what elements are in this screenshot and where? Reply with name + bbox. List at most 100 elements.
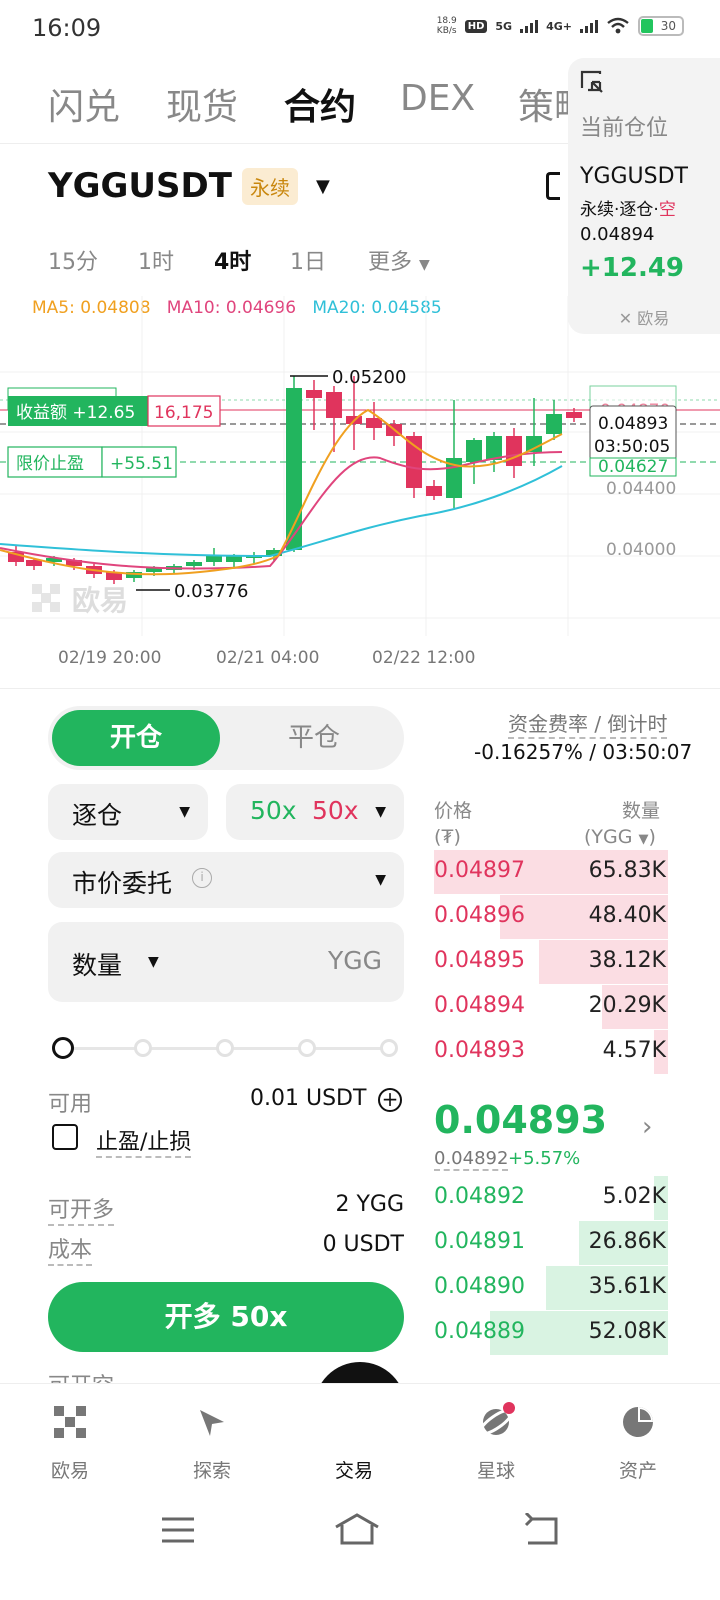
chart-mode-icon[interactable] [546,172,560,200]
countdown-label: 03:50:05 [594,437,670,457]
position-type: 永续·逐仓·空 [580,200,676,220]
open-long-button[interactable]: 开多 50x [48,1282,404,1352]
ask-price: 0.04896 [434,903,525,928]
candlestick-chart[interactable]: 欧易 0.05200 0.03776 收益额 +12.65 16,175 限价止… [0,296,720,636]
candle-down [506,436,522,466]
bid-row[interactable]: 0.04889 52.08K [434,1311,668,1355]
order-type-select[interactable]: 市价委托 i ▼ [48,852,404,908]
candle-up [226,556,242,562]
cost-label: 成本 [48,1232,93,1266]
chevron-right-icon[interactable]: › [642,1112,652,1142]
candle-up [546,414,562,434]
available-value: 0.01 USDT [250,1086,367,1111]
ask-price: 0.04893 [434,1038,525,1063]
chart-watermark: 欧易 [72,584,128,617]
tab-futures[interactable]: 合约 [284,78,356,130]
slider-handle[interactable] [52,1037,74,1059]
tf-1h[interactable]: 1时 [138,244,174,276]
ask-row[interactable]: 0.04893 4.57K [434,1030,668,1074]
nav-trade[interactable]: 交易 [304,1402,404,1483]
current-price-label: 0.04893 [598,414,668,434]
bid-qty: 5.02K [602,1184,666,1209]
divider [0,688,720,689]
slider-step[interactable] [380,1039,398,1057]
bid-price: 0.04889 [434,1319,525,1344]
nav-assets[interactable]: 资产 [588,1402,688,1483]
price-change: +5.57% [508,1148,581,1169]
y-4400-label: 0.04400 [606,479,676,499]
status-time: 16:09 [32,14,102,42]
position-symbol: YGGUSDT [580,164,688,189]
caret-down-icon: ▼ [375,804,386,820]
bid-row[interactable]: 0.04890 35.61K [434,1266,668,1310]
slider-step[interactable] [134,1039,152,1057]
candle-up [206,556,222,562]
nav-home[interactable]: 欧易 [20,1402,120,1483]
tf-4h[interactable]: 4时 [214,244,251,276]
open-tab[interactable]: 开仓 [52,710,220,766]
tf-more[interactable]: 更多 ▼ [368,244,430,276]
quantity-input[interactable]: 数量 ▼ YGG [48,922,404,1002]
mark-price: 0.04892 [434,1148,509,1171]
close-tab[interactable]: 平仓 [228,710,400,766]
x-tick-2: 02/21 04:00 [216,648,320,668]
ob-price-unit: (₮) [434,826,461,848]
ask-row[interactable]: 0.04897 65.83K [434,850,668,894]
quantity-slider[interactable] [52,1037,398,1059]
leverage-long: 50x [250,796,297,825]
info-icon[interactable]: i [192,868,212,888]
ob-qty-header: 数量 [622,800,661,822]
bid-qty: 26.86K [588,1229,666,1254]
bid-price: 0.04890 [434,1274,525,1299]
pie-chart-icon [623,1407,653,1437]
leverage-short: 50x [312,796,359,825]
funding-label[interactable]: 资金费率 / 倒计时 [508,708,668,739]
tab-dex[interactable]: DEX [400,78,475,119]
chart-low-label: 0.03776 [174,581,248,602]
y-4000-label: 0.04000 [606,540,676,560]
chart-high-label: 0.05200 [332,367,406,388]
tab-convert[interactable]: 闪兑 [48,78,120,130]
position-card-title: 当前仓位 [580,116,669,141]
back-icon[interactable] [522,1513,562,1547]
ask-row[interactable]: 0.04895 38.12K [434,940,668,984]
candle-up [526,436,542,452]
candle-down [426,486,442,496]
position-pnl: +12.49 [580,253,685,283]
ob-qty-unit[interactable]: (YGG ▼) [584,826,656,848]
ma20-line [0,465,563,558]
tf-1d[interactable]: 1日 [290,244,326,276]
battery-icon: 30 [638,16,684,36]
ask-row[interactable]: 0.04896 48.40K [434,895,668,939]
tf-15m[interactable]: 15分 [48,244,98,276]
ask-row[interactable]: 0.04894 20.29K [434,985,668,1029]
funding-value: -0.16257% / 03:50:07 [474,740,693,764]
ask-qty: 65.83K [588,858,666,883]
hd-icon: HD [464,19,488,33]
transfer-add-icon[interactable]: + [378,1088,402,1112]
nav-planet[interactable]: 星球 [446,1402,546,1483]
current-position-card[interactable]: 当前仓位 YGGUSDT 永续·逐仓·空 0.04894 +12.49 ✕ 欧易 [568,58,720,334]
slider-step[interactable] [298,1039,316,1057]
status-bar: 16:09 18.9 KB/s HD 5G 4G+ 30 [0,0,720,56]
tpsl-label[interactable]: 止盈/止损 [96,1124,192,1158]
bid-row[interactable]: 0.04892 5.02K [434,1176,668,1220]
leverage-select[interactable]: 50x 50x ▼ [226,784,404,840]
planet-icon [478,1402,515,1436]
x-tick-1: 02/19 20:00 [58,648,162,668]
slider-step[interactable] [216,1039,234,1057]
candle-down [406,436,422,488]
instrument-selector[interactable]: YGGUSDT 永续 ▼ [48,166,330,206]
menu-icon[interactable] [160,1515,196,1545]
home-icon[interactable] [332,1511,382,1547]
candle-down [566,412,582,418]
caret-down-icon[interactable]: ▼ [148,954,159,970]
signal-icon-2 [580,19,598,33]
max-open-label: 可开多 [48,1192,115,1226]
tpsl-checkbox[interactable] [52,1124,78,1150]
margin-mode-select[interactable]: 逐仓 ▼ [48,784,208,840]
last-price[interactable]: 0.04893 [434,1098,607,1142]
nav-explore[interactable]: 探索 [162,1402,262,1483]
bid-row[interactable]: 0.04891 26.86K [434,1221,668,1265]
tab-spot[interactable]: 现货 [166,78,238,130]
